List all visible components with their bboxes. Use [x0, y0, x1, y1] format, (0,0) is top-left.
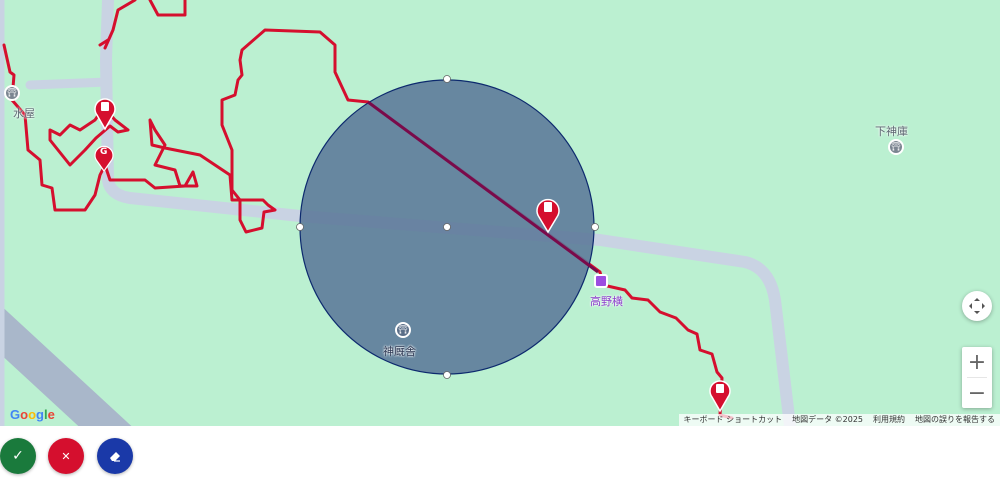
google-logo-letter: g — [36, 407, 44, 422]
handle-top — [443, 75, 451, 83]
keyboard-shortcuts-link[interactable]: キーボード ショートカット — [679, 414, 788, 426]
check-icon: ✓ — [12, 448, 24, 464]
attribution-bar: キーボード ショートカット 地図データ ©2025 利用規約 地図の誤りを報告す… — [678, 414, 1000, 426]
handle-center — [443, 223, 451, 231]
google-logo-letter: o — [20, 407, 29, 422]
report-error-link[interactable]: 地図の誤りを報告する — [910, 414, 1000, 426]
map-layer — [0, 0, 796, 426]
google-logo-letter: o — [28, 407, 37, 422]
google-logo-letter: G — [10, 407, 21, 422]
eraser-icon — [110, 452, 120, 462]
marker-doc-3 — [709, 380, 731, 413]
zoom-out-button[interactable]: − — [962, 378, 992, 408]
place-label-mizuya[interactable]: 水屋 — [13, 105, 35, 121]
place-label-shimo-shinko[interactable]: 下神庫 — [875, 123, 908, 139]
confirm-button[interactable]: ✓ — [0, 438, 36, 474]
pan-control[interactable] — [962, 291, 992, 321]
handle-right — [591, 223, 599, 231]
map-data-text: 地図データ ©2025 — [792, 415, 863, 424]
move-icon[interactable] — [962, 291, 992, 321]
drawn-circle-layer — [296, 75, 599, 379]
google-logo-letter: e — [47, 407, 55, 422]
google-logo: Google — [10, 407, 55, 422]
handle-left — [296, 223, 304, 231]
place-label-koya-yoko[interactable]: 高野横 — [590, 293, 623, 309]
marker-g-label: G — [100, 147, 108, 157]
shinkyusha-shrine-icon[interactable]: ⛩ — [395, 322, 411, 338]
map-canvas[interactable]: G ⛩ 水屋 ⛩ 下神庫 高野横 ⛩ 神厩舎 + − Google キーボード … — [0, 0, 1000, 426]
zoom-control: + − — [962, 347, 992, 408]
close-icon: ✕ — [61, 449, 71, 463]
place-label-shinkyusha[interactable]: 神厩舎 — [383, 343, 416, 359]
terms-link[interactable]: 利用規約 — [868, 414, 910, 426]
koya-yoko-bus-icon[interactable] — [594, 274, 608, 288]
erase-button[interactable] — [97, 438, 133, 474]
mizuya-shrine-icon[interactable]: ⛩ — [4, 85, 20, 101]
handle-bottom — [443, 371, 451, 379]
cancel-button[interactable]: ✕ — [48, 438, 84, 474]
zoom-in-button[interactable]: + — [962, 347, 992, 377]
road-branch — [25, 77, 113, 90]
shimo-shinko-shrine-icon[interactable]: ⛩ — [888, 139, 904, 155]
